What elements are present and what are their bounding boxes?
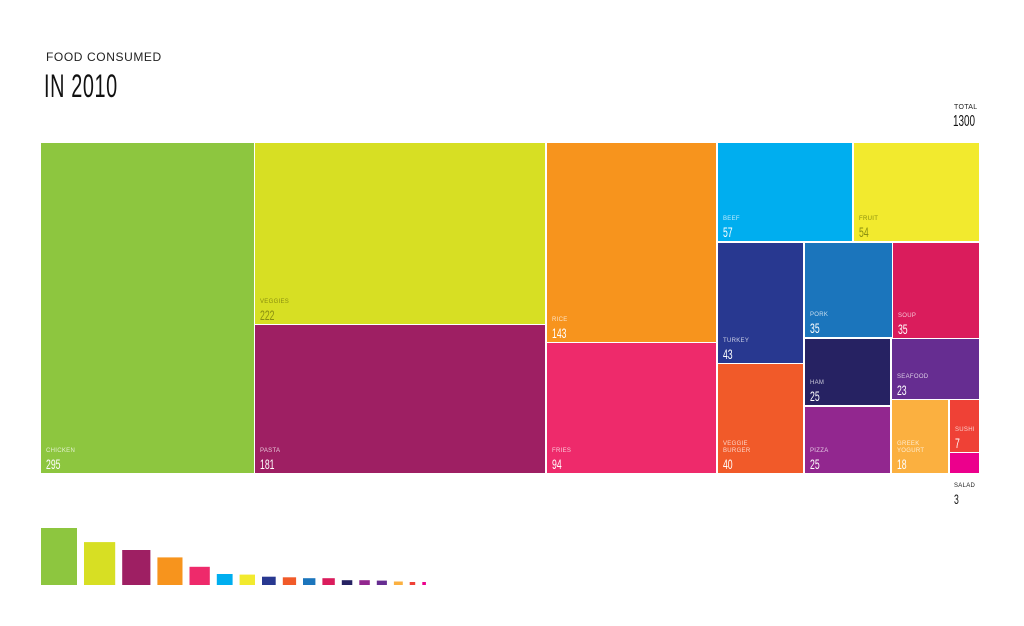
tile-value: 23 [897, 383, 907, 399]
tile-label: SEAFOOD [897, 374, 929, 380]
tile-label: FRUIT [859, 216, 878, 222]
tile-label: PASTA [260, 448, 280, 454]
tile-fries: FRIES 94 [547, 343, 716, 473]
tile-rect [718, 143, 852, 241]
tile-fruit: FRUIT 54 [854, 143, 979, 241]
tile-rect [854, 143, 979, 241]
tile-rect [950, 400, 979, 452]
tile-rect [41, 143, 254, 473]
tile-label: PORK [810, 312, 828, 318]
mini-bar-chart [41, 528, 426, 585]
tile-value: 222 [260, 308, 274, 324]
tile-value: 25 [810, 389, 820, 405]
mini-bar-sushi [409, 582, 416, 585]
tile-label: TURKEY [723, 338, 749, 344]
tile-rice: RICE 143 [547, 143, 716, 342]
tile-rect [547, 343, 716, 473]
tile-label: YOGURT [897, 448, 924, 454]
mini-bar-veggie-burger [282, 577, 297, 585]
tile-value: 181 [260, 457, 274, 473]
tile-value: 7 [955, 436, 960, 452]
treemap-chart: CHICKEN295VEGGIES222PASTA181RICE143FRIES… [41, 143, 979, 585]
tile-seafood: SEAFOOD 23 [892, 339, 979, 399]
tile-turkey: TURKEY 43 [718, 243, 803, 363]
tile-greek-yogurt: GREEKYOGURT 18 [892, 400, 948, 473]
mini-bar-ham [341, 580, 353, 585]
tile-pork: PORK 35 [805, 243, 892, 337]
tile-veggies: VEGGIES 222 [255, 143, 545, 324]
tile-rect [718, 243, 803, 363]
tile-value: 35 [898, 322, 908, 338]
tile-value: 295 [46, 457, 60, 473]
tile-value: 35 [810, 321, 820, 337]
treemap-tiles: CHICKEN295VEGGIES222PASTA181RICE143FRIES… [41, 143, 979, 508]
mini-bar-greek-yogurt [393, 581, 403, 585]
tile-label: BURGER [723, 448, 751, 454]
mini-bar-soup [322, 578, 335, 585]
mini-bar-veggies [84, 542, 116, 585]
tile-label: VEGGIES [260, 299, 289, 305]
tile-pizza: PIZZA 25 [805, 407, 890, 473]
tile-veggie-burger: VEGGIEBURGER 40 [718, 364, 803, 473]
tile-ham: HAM 25 [805, 339, 890, 405]
tile-rect [255, 143, 545, 324]
tile-value: 143 [552, 326, 566, 342]
tile-beef: BEEF 57 [718, 143, 852, 241]
tile-salad: SALAD 3 [950, 453, 979, 508]
tile-label: CHICKEN [46, 448, 75, 454]
tile-label: FRIES [552, 448, 571, 454]
tile-label: VEGGIE [723, 441, 748, 447]
tile-label: RICE [552, 317, 568, 323]
tile-value: 25 [810, 457, 820, 473]
mini-bar-turkey [262, 576, 276, 585]
tile-label: SUSHI [955, 427, 975, 433]
tile-soup: SOUP 35 [893, 243, 979, 338]
tile-label: SALAD [954, 483, 976, 489]
mini-bar-pork [303, 578, 316, 585]
mini-bar-fries [189, 566, 210, 585]
mini-bar-beef [216, 574, 233, 585]
mini-bar-chicken [41, 528, 77, 585]
tile-rect [950, 453, 979, 473]
tile-sushi: SUSHI 7 [950, 400, 979, 452]
mini-bar-pasta [122, 550, 151, 585]
tile-value: 43 [723, 347, 733, 363]
tile-chicken: CHICKEN 295 [41, 143, 254, 473]
tile-value: 94 [552, 457, 562, 473]
tile-label: PIZZA [810, 448, 829, 454]
mini-bar-rice [157, 557, 183, 585]
mini-bar-salad [422, 582, 426, 585]
tile-label: BEEF [723, 216, 740, 222]
tile-value: 18 [897, 457, 907, 473]
tile-value: 3 [954, 492, 959, 508]
tile-value: 57 [723, 225, 733, 241]
tile-label: HAM [810, 380, 824, 386]
tile-pasta: PASTA 181 [255, 325, 545, 473]
tile-value: 54 [859, 225, 869, 241]
tile-label: GREEK [897, 441, 920, 447]
mini-bar-fruit [239, 574, 255, 585]
tile-label: SOUP [898, 313, 916, 319]
tile-rect [255, 325, 545, 473]
mini-bar-pizza [359, 580, 370, 585]
tile-rect [547, 143, 716, 342]
tile-value: 40 [723, 457, 733, 473]
mini-bar-seafood [376, 580, 387, 585]
